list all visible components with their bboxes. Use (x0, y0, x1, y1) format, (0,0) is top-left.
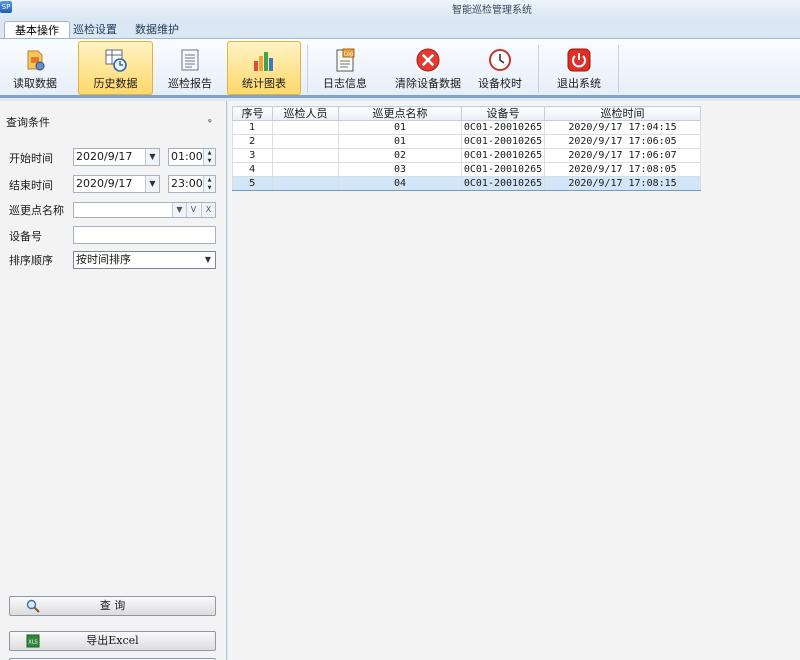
log-icon: Log (336, 48, 355, 72)
clear-device-data-button[interactable]: 清除设备数据 (390, 41, 466, 95)
table-row[interactable]: 2 01 0C01-20010265 2020/9/17 17:06:05 (232, 134, 701, 149)
table-cell: 03 (338, 162, 462, 177)
table-cell: 5 (232, 176, 273, 191)
patrol-point-select[interactable]: ▼ V X (73, 202, 216, 218)
tab-patrol-settings[interactable]: 巡检设置 (63, 21, 127, 39)
read-data-button[interactable]: 读取数据 (3, 41, 67, 95)
clear-icon[interactable]: X (201, 203, 215, 217)
clock-icon (489, 49, 511, 71)
search-icon (26, 599, 40, 613)
chevron-down-icon[interactable]: ▼ (145, 176, 159, 192)
end-date-picker[interactable]: 2020/9/17 ▼ (73, 175, 160, 193)
table-cell: 0C01-20010265 (461, 120, 545, 135)
column-header-point-name[interactable]: 巡更点名称 (338, 106, 462, 121)
title-bar: SP 智能巡检管理系统 (0, 0, 800, 19)
tab-basic-operations[interactable]: 基本操作 (4, 21, 70, 39)
table-cell: 3 (232, 148, 273, 163)
table-cell: 2020/9/17 17:08:15 (544, 176, 701, 191)
patrol-report-button[interactable]: 巡检报告 (160, 41, 220, 95)
ribbon-toolbar: 读取数据 历史数据 巡检报告 统计图表 Log 日志信息 清除设备数据 设备校时… (0, 38, 800, 98)
spin-down-icon[interactable]: ▼ (204, 157, 215, 165)
table-cell: 2020/9/17 17:04:15 (544, 120, 701, 135)
device-number-input[interactable] (73, 226, 216, 244)
chevron-down-icon[interactable]: ▼ (145, 149, 159, 165)
log-badge: Log (344, 51, 353, 57)
sort-order-select[interactable]: 按时间排序 ▼ (73, 251, 216, 269)
excel-badge: XLS (28, 640, 37, 646)
table-row[interactable]: 5 04 0C01-20010265 2020/9/17 17:08:15 (232, 176, 701, 191)
table-cell: 2020/9/17 17:06:05 (544, 134, 701, 149)
end-time-label: 结束时间 (9, 179, 53, 192)
table-cell (272, 176, 339, 191)
history-data-button[interactable]: 历史数据 (78, 41, 153, 95)
chevron-down-icon[interactable]: ▼ (201, 252, 215, 268)
tab-data-maintenance[interactable]: 数据维护 (125, 21, 189, 39)
table-cell: 04 (338, 176, 462, 191)
filter-icon[interactable]: V (186, 203, 200, 217)
window-title: 智能巡检管理系统 (452, 5, 532, 16)
sort-order-label: 排序顺序 (9, 254, 53, 267)
table-row[interactable]: 1 01 0C01-20010265 2020/9/17 17:04:15 (232, 120, 701, 135)
column-header-device-number[interactable]: 设备号 (461, 106, 545, 121)
spinner-buttons[interactable]: ▲ ▼ (203, 176, 215, 192)
clear-data-icon (416, 48, 440, 72)
table-row[interactable]: 3 02 0C01-20010265 2020/9/17 17:06:07 (232, 148, 701, 163)
ribbon-separator (307, 45, 308, 93)
table-row[interactable]: 4 03 0C01-20010265 2020/9/17 17:08:05 (232, 162, 701, 177)
start-date-picker[interactable]: 2020/9/17 ▼ (73, 148, 160, 166)
table-cell: 2020/9/17 17:08:05 (544, 162, 701, 177)
start-time-spinner[interactable]: 01:00 ▲ ▼ (168, 148, 216, 166)
end-time-spinner[interactable]: 23:00 ▲ ▼ (168, 175, 216, 193)
spin-down-icon[interactable]: ▼ (204, 184, 215, 192)
query-panel-title: 查询条件 (6, 116, 50, 129)
report-icon (181, 49, 199, 71)
table-cell: 4 (232, 162, 273, 177)
table-cell: 2 (232, 134, 273, 149)
device-time-sync-button[interactable]: 设备校时 (470, 41, 530, 95)
spin-up-icon[interactable]: ▲ (204, 176, 215, 184)
spin-up-icon[interactable]: ▲ (204, 149, 215, 157)
log-info-button[interactable]: Log 日志信息 (314, 41, 376, 95)
table-cell (272, 148, 339, 163)
table-cell: 0C01-20010265 (461, 148, 545, 163)
statistics-chart-button[interactable]: 统计图表 (227, 41, 301, 95)
results-grid-area: 序号 巡检人员 巡更点名称 设备号 巡检时间 1 01 0C01-20010265 2… (228, 101, 800, 660)
chevron-down-icon[interactable]: ▼ (172, 203, 186, 217)
table-body: 1 01 0C01-20010265 2020/9/17 17:04:15 2 01 0C0… (232, 120, 701, 191)
pin-icon[interactable]: ᵩ (208, 115, 212, 125)
table-cell: 0C01-20010265 (461, 134, 545, 149)
patrol-point-label: 巡更点名称 (9, 204, 64, 217)
column-header-index[interactable]: 序号 (232, 106, 273, 121)
excel-icon: XLS (26, 634, 40, 648)
spinner-buttons[interactable]: ▲ ▼ (203, 149, 215, 165)
exit-system-button[interactable]: 退出系统 (548, 41, 610, 95)
ribbon-tab-bar: 基本操作 巡检设置 数据维护 (0, 19, 800, 39)
ribbon-separator (538, 45, 539, 93)
chart-icon (254, 52, 273, 71)
table-cell: 01 (338, 120, 462, 135)
table-cell (272, 134, 339, 149)
history-data-icon (105, 49, 127, 72)
table-header-row: 序号 巡检人员 巡更点名称 设备号 巡检时间 (232, 106, 701, 121)
column-header-inspector[interactable]: 巡检人员 (272, 106, 339, 121)
table-cell: 0C01-20010265 (461, 176, 545, 191)
results-table: 序号 巡检人员 巡更点名称 设备号 巡检时间 1 01 0C01-20010265 2… (232, 106, 701, 191)
table-cell (272, 162, 339, 177)
table-cell: 0C01-20010265 (461, 162, 545, 177)
start-time-label: 开始时间 (9, 152, 53, 165)
read-data-icon (27, 50, 45, 71)
device-number-label: 设备号 (9, 230, 42, 243)
ribbon-separator (618, 45, 619, 93)
table-cell: 01 (338, 134, 462, 149)
search-button[interactable]: 查 询 (9, 596, 216, 616)
query-panel: 查询条件 ᵩ 开始时间 2020/9/17 ▼ 01:00 ▲ ▼ 结束时间 20… (0, 101, 227, 660)
table-cell (272, 120, 339, 135)
table-cell: 2020/9/17 17:06:07 (544, 148, 701, 163)
power-icon (567, 48, 591, 72)
table-cell: 02 (338, 148, 462, 163)
column-header-patrol-time[interactable]: 巡检时间 (544, 106, 701, 121)
table-cell: 1 (232, 120, 273, 135)
export-excel-button[interactable]: XLS 导出Excel (9, 631, 216, 651)
